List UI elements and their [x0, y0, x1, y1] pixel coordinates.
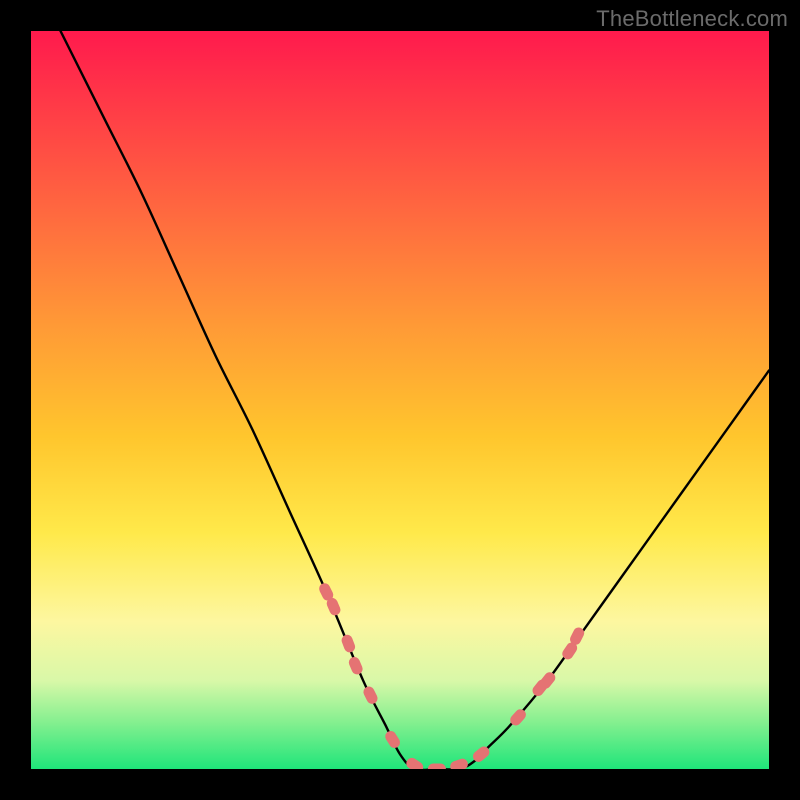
watermark-text: TheBottleneck.com: [596, 6, 788, 32]
plot-area: [31, 31, 769, 769]
highlight-dot: [347, 655, 364, 676]
highlight-dot: [404, 756, 425, 769]
highlight-dot: [340, 633, 357, 654]
highlight-dot: [383, 729, 402, 750]
chart-frame: TheBottleneck.com: [0, 0, 800, 800]
highlight-dot: [449, 757, 470, 769]
salmon-dot-band: [317, 581, 586, 769]
highlight-dot: [362, 685, 380, 706]
highlight-dot: [428, 764, 446, 770]
curve-svg: [31, 31, 769, 769]
bottleneck-curve-path: [31, 31, 769, 769]
